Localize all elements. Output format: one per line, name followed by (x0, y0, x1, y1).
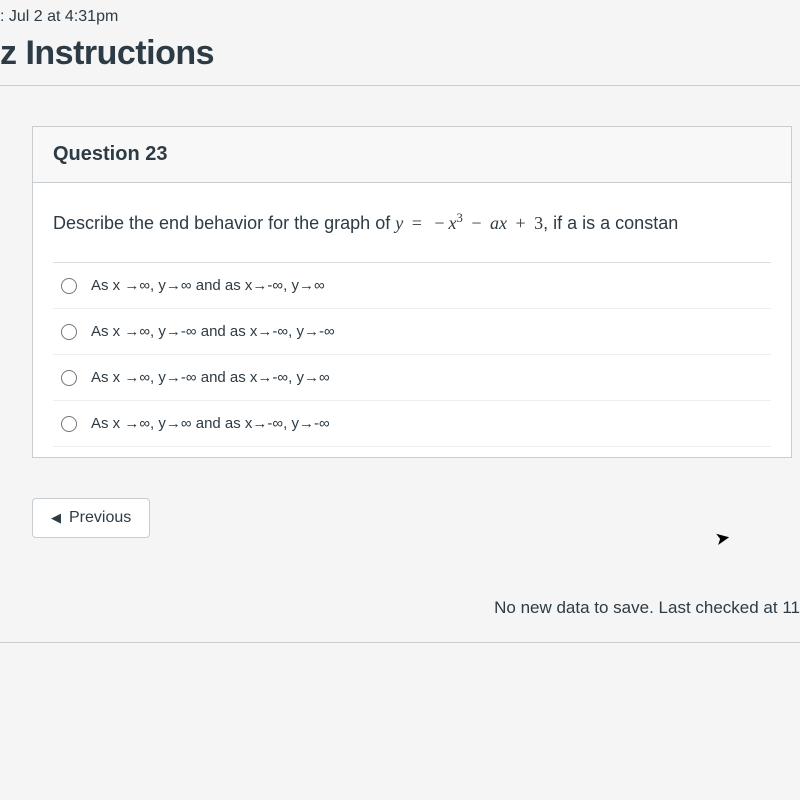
nav-area: ◀ Previous (32, 498, 800, 538)
answer-list: As x →∞, y→∞ and as x→-∞, y→∞ As x →∞, y… (53, 262, 771, 447)
answer-option[interactable]: As x →∞, y→∞ and as x→-∞, y→∞ (53, 263, 771, 309)
radio-input[interactable] (61, 324, 77, 340)
equation: y = −x3 − ax + 3 (395, 213, 543, 233)
save-status: No new data to save. Last checked at 11 (0, 598, 800, 618)
answer-option[interactable]: As x →∞, y→∞ and as x→-∞, y→-∞ (53, 401, 771, 447)
chevron-left-icon: ◀ (51, 510, 61, 526)
const-3: 3 (534, 213, 543, 233)
prompt-text-suffix: , if a is a constan (543, 213, 678, 233)
page-title: z Instructions (0, 34, 800, 73)
question-card: Question 23 Describe the end behavior fo… (32, 126, 792, 458)
answer-option[interactable]: As x →∞, y→-∞ and as x→-∞, y→∞ (53, 355, 771, 401)
previous-label: Previous (69, 509, 131, 527)
question-prompt: Describe the end behavior for the graph … (53, 211, 771, 234)
var-x: x (449, 213, 457, 233)
answer-label: As x →∞, y→-∞ and as x→-∞, y→∞ (91, 369, 330, 386)
answer-label: As x →∞, y→-∞ and as x→-∞, y→-∞ (91, 323, 335, 340)
question-header: Question 23 (33, 127, 791, 183)
radio-input[interactable] (61, 370, 77, 386)
question-title: Question 23 (53, 143, 771, 166)
answer-option[interactable]: As x →∞, y→-∞ and as x→-∞, y→-∞ (53, 309, 771, 355)
radio-input[interactable] (61, 416, 77, 432)
radio-input[interactable] (61, 278, 77, 294)
op-eq: = (403, 213, 430, 233)
divider (0, 85, 800, 86)
op-neg: − (430, 213, 448, 233)
answer-label: As x →∞, y→∞ and as x→-∞, y→∞ (91, 277, 325, 294)
answer-label: As x →∞, y→∞ and as x→-∞, y→-∞ (91, 415, 330, 432)
due-timestamp: : Jul 2 at 4:31pm (0, 8, 800, 26)
divider-bottom (0, 642, 800, 643)
op-minus: − (463, 213, 490, 233)
question-body: Describe the end behavior for the graph … (33, 183, 791, 457)
prompt-text-prefix: Describe the end behavior for the graph … (53, 213, 395, 233)
op-plus: + (507, 213, 534, 233)
previous-button[interactable]: ◀ Previous (32, 498, 150, 538)
exponent: 3 (457, 211, 463, 225)
var-ax: ax (490, 213, 507, 233)
